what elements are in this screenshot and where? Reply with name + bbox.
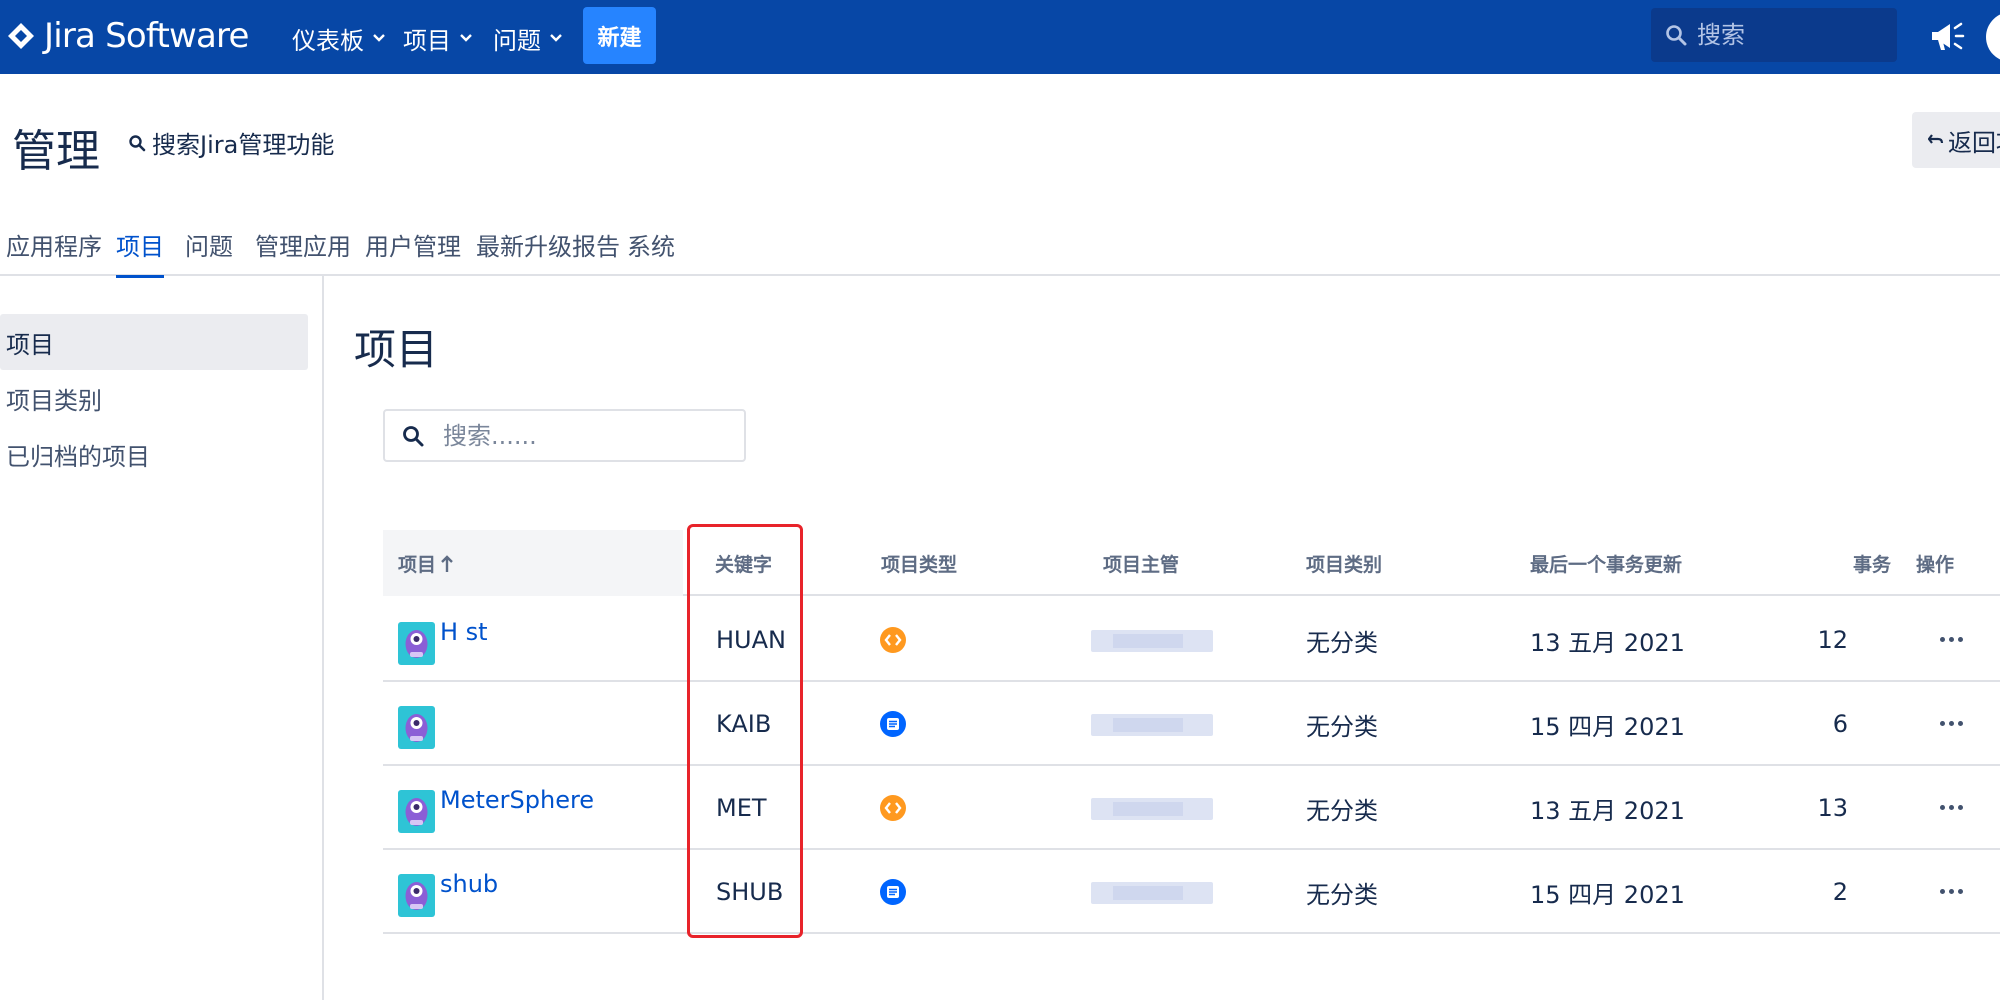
top-navigation-bar: Jira Software 仪表板 项目 问题 新建 (0, 0, 2000, 74)
business-doc-icon (880, 711, 906, 737)
search-icon (403, 425, 424, 446)
column-key: 关键字 (715, 554, 773, 576)
table-row: MeterSphere MET 无分类 13 五月 2021 13 (383, 766, 2000, 850)
tab-system[interactable]: 系统 (627, 224, 675, 276)
project-key: KAIB (716, 710, 772, 738)
column-project[interactable]: 项目 (398, 550, 454, 577)
chevron-down-icon (550, 34, 562, 42)
tab-manage-apps[interactable]: 管理应用 (255, 224, 351, 276)
more-actions-button[interactable] (1931, 876, 1971, 906)
arrow-up-icon (441, 554, 453, 572)
issue-count: 6 (1832, 710, 1848, 738)
project-key: MET (716, 794, 767, 822)
nav-dashboards-label: 仪表板 (292, 26, 364, 55)
table-row: shub SHUB 无分类 15 四月 2021 2 (383, 850, 2000, 934)
project-name-link[interactable]: MeterSphere (440, 786, 594, 814)
project-lead-redacted (1091, 630, 1213, 652)
more-actions-button[interactable] (1931, 792, 1971, 822)
user-avatar[interactable] (1986, 12, 2000, 62)
project-category: 无分类 (1306, 628, 1378, 657)
more-actions-button[interactable] (1931, 708, 1971, 738)
nav-issues[interactable]: 问题 (493, 20, 563, 56)
project-category: 无分类 (1306, 880, 1378, 909)
project-avatar-icon (398, 790, 435, 833)
jira-diamond-icon (8, 23, 34, 49)
global-search[interactable] (1651, 8, 1897, 62)
project-key: SHUB (716, 878, 784, 906)
table-row: KAIB 无分类 15 四月 2021 6 (383, 682, 2000, 766)
last-issue-update: 15 四月 2021 (1530, 712, 1685, 741)
project-filter[interactable] (383, 409, 746, 462)
software-code-icon (880, 795, 906, 821)
issue-count: 13 (1817, 794, 1848, 822)
page-title: 项目 (354, 325, 439, 374)
return-button[interactable]: 返回项 (1912, 112, 2000, 168)
jira-logo[interactable]: Jira Software (6, 14, 249, 58)
sidebar-item-archived-projects[interactable]: 已归档的项目 (0, 426, 308, 482)
project-lead-redacted (1091, 714, 1213, 736)
project-lead-redacted (1091, 882, 1213, 904)
sidebar: 项目 项目类别 已归档的项目 (0, 276, 324, 1000)
column-actions: 操作 (1916, 554, 1955, 576)
issue-count: 12 (1817, 626, 1848, 654)
sidebar-item-project-categories[interactable]: 项目类别 (0, 370, 308, 426)
last-issue-update: 15 四月 2021 (1530, 880, 1685, 909)
tab-applications[interactable]: 应用程序 (6, 224, 102, 276)
project-category: 无分类 (1306, 712, 1378, 741)
last-issue-update: 13 五月 2021 (1530, 796, 1685, 825)
issue-count: 2 (1832, 878, 1848, 906)
tab-latest-upgrade-report[interactable]: 最新升级报告 (476, 224, 620, 276)
chevron-down-icon (460, 34, 472, 42)
megaphone-icon[interactable] (1926, 16, 1966, 56)
global-search-input[interactable] (1697, 21, 1877, 49)
table-row: H st HUAN 无分类 13 五月 2021 12 (383, 598, 2000, 682)
chevron-down-icon (373, 34, 385, 42)
project-avatar-icon (398, 706, 435, 749)
nav-dashboards[interactable]: 仪表板 (292, 20, 386, 56)
last-issue-update: 13 五月 2021 (1530, 628, 1685, 657)
sidebar-item-projects[interactable]: 项目 (0, 314, 308, 370)
nav-issues-label: 问题 (493, 26, 541, 55)
project-lead-redacted (1091, 798, 1213, 820)
admin-tabs: 应用程序 项目 问题 管理应用 用户管理 最新升级报告 系统 (0, 224, 2000, 278)
business-doc-icon (880, 879, 906, 905)
column-last-issue-update: 最后一个事务更新 (1530, 554, 1683, 576)
tab-projects[interactable]: 项目 (116, 224, 164, 278)
table-header: 项目 关键字 项目类型 项目主管 项目类别 最后一个事务更新 事务 操作 (383, 530, 2000, 596)
software-code-icon (880, 627, 906, 653)
column-project-lead: 项目主管 (1103, 554, 1180, 576)
project-avatar-icon (398, 622, 435, 665)
column-project-type: 项目类型 (881, 554, 958, 576)
project-key: HUAN (716, 626, 786, 654)
tab-user-management[interactable]: 用户管理 (365, 224, 461, 276)
search-icon (1666, 25, 1687, 46)
more-actions-button[interactable] (1931, 624, 1971, 654)
nav-projects-label: 项目 (403, 26, 451, 55)
column-project-category: 项目类别 (1306, 554, 1383, 576)
column-issues: 事务 (1853, 554, 1892, 576)
project-category: 无分类 (1306, 796, 1378, 825)
create-button[interactable]: 新建 (583, 7, 656, 64)
project-avatar-icon (398, 874, 435, 917)
return-button-label: 返回项 (1948, 128, 2000, 157)
admin-title: 管理 (12, 126, 100, 177)
project-name-link[interactable]: H st (440, 618, 488, 646)
return-arrow-icon (1928, 134, 1944, 144)
nav-projects[interactable]: 项目 (403, 20, 473, 56)
column-project-label: 项目 (398, 554, 437, 576)
admin-search-label: 搜索Jira管理功能 (152, 131, 335, 159)
tab-issues[interactable]: 问题 (185, 224, 233, 276)
project-filter-input[interactable] (443, 421, 723, 450)
app-name: Jira Software (44, 16, 249, 56)
admin-search-link[interactable]: 搜索Jira管理功能 (128, 125, 334, 160)
project-name-link[interactable]: shub (440, 870, 498, 898)
search-icon (129, 134, 146, 151)
